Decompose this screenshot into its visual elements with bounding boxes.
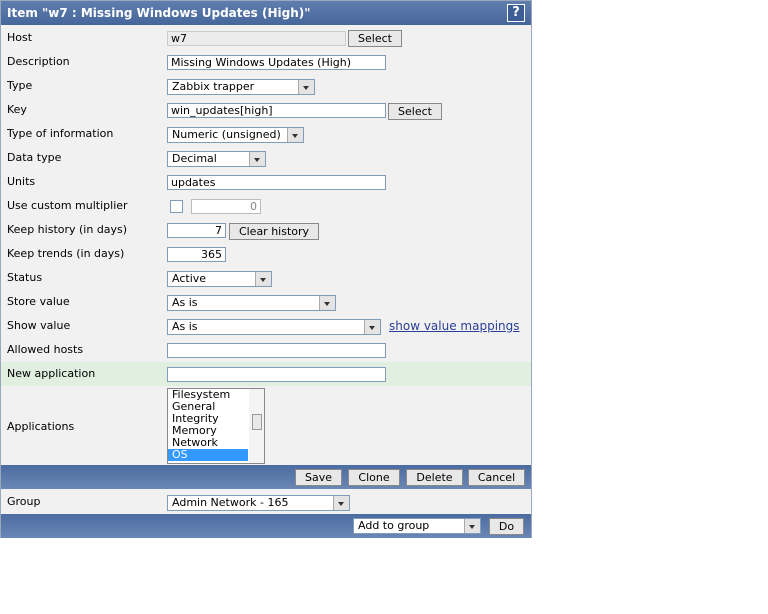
- trends-row: Keep trends (in days) 365: [1, 242, 531, 266]
- multiplier-label: Use custom multiplier: [7, 199, 128, 212]
- store-row: Store value As is: [1, 290, 531, 314]
- multiplier-row: Use custom multiplier 0: [1, 194, 531, 218]
- key-select-button[interactable]: Select: [388, 103, 442, 120]
- store-label: Store value: [7, 295, 70, 308]
- description-input[interactable]: Missing Windows Updates (High): [167, 55, 386, 70]
- description-label: Description: [7, 55, 70, 68]
- trends-label: Keep trends (in days): [7, 247, 125, 260]
- chevron-down-icon: [319, 296, 335, 310]
- multiplier-input[interactable]: 0: [191, 199, 261, 214]
- show-label: Show value: [7, 319, 71, 332]
- group-action-select[interactable]: Add to group: [353, 518, 481, 534]
- group-action-value: Add to group: [358, 519, 430, 532]
- group-row: Group Admin Network - 165: [1, 490, 531, 514]
- data-type-label: Data type: [7, 151, 62, 164]
- status-value: Active: [172, 272, 207, 285]
- app-option-selected[interactable]: OS: [168, 449, 248, 461]
- key-input[interactable]: win_updates[high]: [167, 103, 386, 118]
- trends-input[interactable]: 365: [167, 247, 226, 262]
- new-app-label: New application: [7, 367, 96, 380]
- chevron-down-icon: [333, 496, 349, 510]
- host-row: Host w7 Select: [1, 26, 531, 50]
- applications-listbox[interactable]: Filesystem General Integrity Memory Netw…: [167, 388, 265, 464]
- show-select[interactable]: As is: [167, 319, 381, 335]
- key-label: Key: [7, 103, 27, 116]
- do-button[interactable]: Do: [489, 518, 524, 535]
- type-info-row: Type of information Numeric (unsigned): [1, 122, 531, 146]
- units-label: Units: [7, 175, 36, 188]
- clone-button[interactable]: Clone: [348, 469, 400, 486]
- chevron-down-icon: [255, 272, 271, 286]
- group-value: Admin Network - 165: [172, 496, 289, 509]
- host-select-button[interactable]: Select: [348, 30, 402, 47]
- type-label: Type: [7, 79, 33, 92]
- data-type-value: Decimal: [172, 152, 217, 165]
- new-app-row: New application: [1, 362, 531, 386]
- data-type-row: Data type Decimal: [1, 146, 531, 170]
- multiplier-checkbox[interactable]: [170, 200, 183, 213]
- cancel-button[interactable]: Cancel: [468, 469, 525, 486]
- bottom-bar: Add to group Do: [1, 514, 531, 538]
- data-type-select[interactable]: Decimal: [167, 151, 266, 167]
- type-row: Type Zabbix trapper: [1, 74, 531, 98]
- host-label: Host: [7, 31, 33, 44]
- host-field[interactable]: w7: [167, 31, 346, 46]
- history-row: Keep history (in days) 7 Clear history: [1, 218, 531, 242]
- clear-history-button[interactable]: Clear history: [229, 223, 319, 240]
- units-row: Units updates: [1, 170, 531, 194]
- allowed-label: Allowed hosts: [7, 343, 84, 356]
- status-select[interactable]: Active: [167, 271, 272, 287]
- type-info-label: Type of information: [7, 127, 114, 140]
- save-button[interactable]: Save: [295, 469, 342, 486]
- show-value-mappings-link[interactable]: show value mappings: [389, 319, 520, 333]
- new-application-input[interactable]: [167, 367, 386, 382]
- store-select[interactable]: As is: [167, 295, 336, 311]
- allowed-hosts-input[interactable]: [167, 343, 386, 358]
- chevron-down-icon: [249, 152, 265, 166]
- chevron-down-icon: [287, 128, 303, 142]
- key-row: Key win_updates[high] Select: [1, 98, 531, 122]
- item-form: Item "w7 : Missing Windows Updates (High…: [0, 0, 532, 538]
- apps-row: Applications Filesystem General Integrit…: [1, 386, 531, 465]
- apps-label: Applications: [7, 420, 75, 433]
- action-bar: Save Clone Delete Cancel: [1, 465, 531, 489]
- history-input[interactable]: 7: [167, 223, 226, 238]
- description-row: Description Missing Windows Updates (Hig…: [1, 50, 531, 74]
- help-icon[interactable]: ?: [507, 4, 525, 22]
- store-value: As is: [172, 296, 198, 309]
- chevron-down-icon: [298, 80, 314, 94]
- scrollbar[interactable]: [249, 389, 264, 463]
- type-select[interactable]: Zabbix trapper: [167, 79, 315, 95]
- form-header: Item "w7 : Missing Windows Updates (High…: [1, 1, 531, 25]
- group-select[interactable]: Admin Network - 165: [167, 495, 350, 511]
- scrollbar-thumb[interactable]: [252, 414, 262, 430]
- group-label: Group: [7, 495, 41, 508]
- show-value: As is: [172, 320, 198, 333]
- history-label: Keep history (in days): [7, 223, 128, 236]
- type-value: Zabbix trapper: [172, 80, 255, 93]
- form-title: Item "w7 : Missing Windows Updates (High…: [7, 6, 311, 20]
- show-row: Show value As is show value mappings: [1, 314, 531, 338]
- type-info-value: Numeric (unsigned): [172, 128, 281, 141]
- chevron-down-icon: [464, 519, 480, 533]
- status-row: Status Active: [1, 266, 531, 290]
- chevron-down-icon: [364, 320, 380, 334]
- status-label: Status: [7, 271, 43, 284]
- type-info-select[interactable]: Numeric (unsigned): [167, 127, 304, 143]
- units-input[interactable]: updates: [167, 175, 386, 190]
- allowed-row: Allowed hosts: [1, 338, 531, 362]
- delete-button[interactable]: Delete: [406, 469, 463, 486]
